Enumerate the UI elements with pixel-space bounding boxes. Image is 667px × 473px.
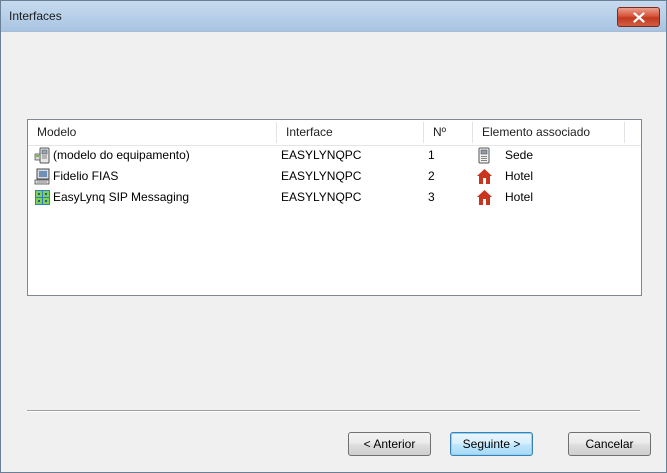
table-row[interactable]: Fidelio FIAS EASYLYNQPC 2 Hotel (28, 166, 641, 187)
back-button[interactable]: < Anterior (348, 432, 431, 456)
model-name: (modelo do equipamento) (53, 148, 190, 162)
interface-number: 3 (428, 190, 435, 204)
interface-number: 1 (428, 148, 435, 162)
server-icon (476, 147, 493, 164)
computer-terminal-icon (34, 168, 51, 185)
column-header-interface[interactable]: Interface (277, 120, 423, 145)
model-name: EasyLynq SIP Messaging (53, 190, 190, 204)
column-separator[interactable] (624, 122, 625, 143)
interface-name: EASYLYNQPC (281, 169, 362, 183)
window-title: Interfaces (9, 9, 62, 23)
element-name: Hotel (505, 190, 534, 204)
close-icon (633, 12, 645, 23)
next-button[interactable]: Seguinte > (450, 432, 533, 456)
interface-name: EASYLYNQPC (281, 190, 362, 204)
dialog-body: Modelo Interface Nº Elemento associado (… (2, 32, 665, 471)
model-name: Fidelio FIAS (53, 169, 119, 183)
column-header-number[interactable]: Nº (424, 120, 472, 145)
close-button[interactable] (617, 7, 660, 27)
house-icon (476, 189, 493, 206)
interfaces-dialog: Interfaces Modelo Interface Nº Elemento … (0, 0, 667, 473)
interface-name: EASYLYNQPC (281, 148, 362, 162)
terminal-device-icon (34, 147, 51, 164)
column-header-elemento[interactable]: Elemento associado (473, 120, 623, 145)
column-header-modelo[interactable]: Modelo (28, 120, 276, 145)
title-bar: Interfaces (1, 1, 666, 32)
table-row[interactable]: (modelo do equipamento) EASYLYNQPC 1 Sed… (28, 145, 641, 166)
house-icon (476, 168, 493, 185)
cancel-button[interactable]: Cancelar (568, 432, 651, 456)
table-row[interactable]: EasyLynq SIP Messaging EASYLYNQPC 3 Hote… (28, 187, 641, 208)
element-name: Hotel (505, 169, 534, 183)
list-header: Modelo Interface Nº Elemento associado (28, 120, 641, 146)
separator-line (27, 410, 640, 412)
interface-number: 2 (428, 169, 435, 183)
interfaces-list[interactable]: Modelo Interface Nº Elemento associado (… (27, 119, 642, 296)
element-name: Sede (505, 148, 534, 162)
network-grid-icon (34, 189, 51, 206)
